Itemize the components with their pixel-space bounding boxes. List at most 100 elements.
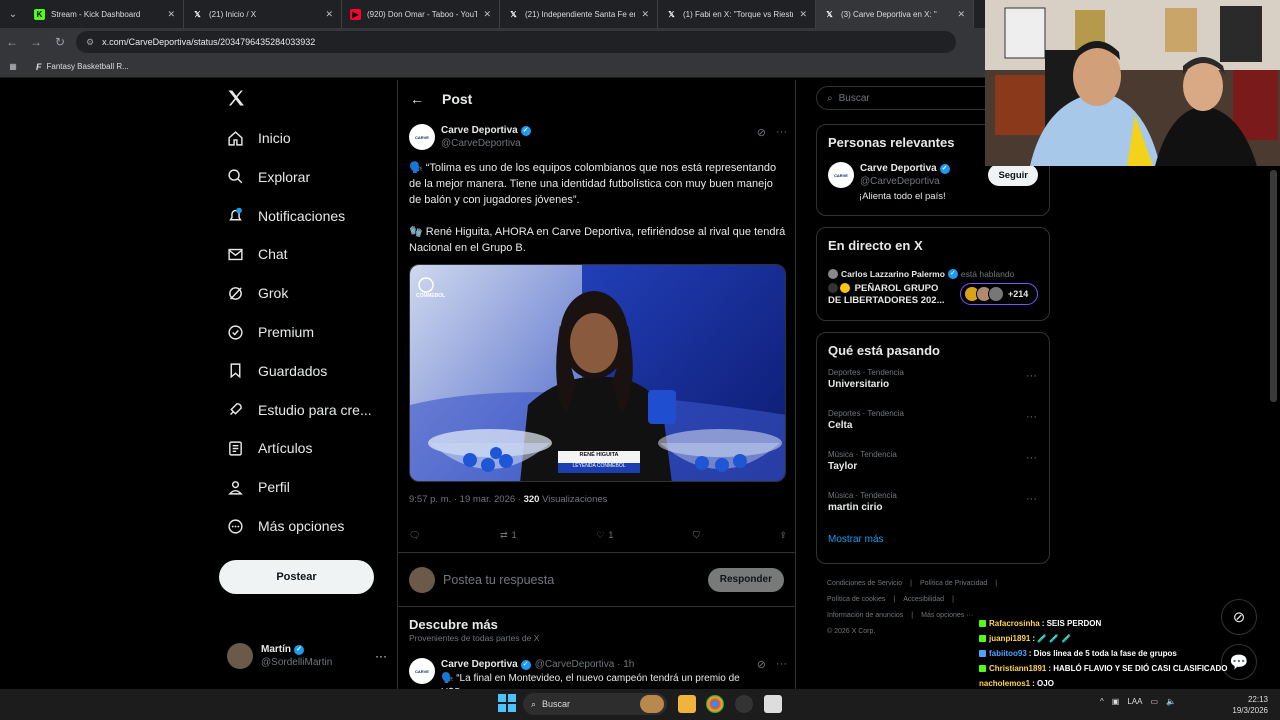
more-icon[interactable]: ··· — [1026, 452, 1037, 464]
more-icon[interactable]: ··· — [776, 126, 787, 150]
grok-icon[interactable]: ⊘ — [757, 126, 766, 150]
obs-icon[interactable] — [735, 695, 753, 713]
post-button[interactable]: Postear — [219, 560, 374, 594]
chat-text: : 🧪 🧪 🧪 — [1032, 634, 1072, 643]
account-switcher[interactable]: Martín ✓ @SordelliMartin ··· — [227, 643, 387, 669]
browser-tab[interactable]: ▶ (920) Don Omar - Taboo - YouTube ✕ — [342, 0, 500, 28]
live-host[interactable]: Carlos Lazzarino Palermo ✓ está hablando — [817, 253, 1049, 279]
share-button[interactable]: ⇪ — [779, 530, 787, 541]
footer-link[interactable]: Más opciones ··· — [921, 612, 973, 619]
nav-item-grok[interactable]: Grok — [226, 284, 288, 302]
back-arrow-icon[interactable]: ← — [410, 91, 424, 107]
close-icon[interactable]: ✕ — [167, 9, 175, 20]
footer-link[interactable]: Accesibilidad — [903, 596, 944, 603]
nav-item-articles[interactable]: Artículos — [226, 439, 312, 457]
nav-item-premium[interactable]: Premium — [226, 323, 314, 341]
yellow-circle-icon — [840, 283, 850, 294]
footer-link[interactable]: Política de cookies — [827, 596, 885, 603]
like-button[interactable]: ♡ 1 — [596, 530, 613, 541]
close-icon[interactable]: ✕ — [483, 9, 491, 20]
chrome-icon[interactable] — [706, 695, 724, 713]
chat-username[interactable]: Rafacrosinha — [989, 616, 1040, 631]
app-icon[interactable] — [764, 695, 782, 713]
trend-item[interactable]: Música · Tendencia martin cirio ··· — [817, 485, 1049, 526]
nav-item-home[interactable]: Inicio — [226, 129, 291, 147]
chat-username[interactable]: fabiitoo93 — [989, 646, 1027, 661]
follow-button[interactable]: Seguir — [988, 164, 1038, 186]
trend-item[interactable]: Música · Tendencia Taylor ··· — [817, 444, 1049, 485]
back-icon[interactable]: ← — [0, 35, 24, 49]
reply-input[interactable]: Postea tu respuesta — [443, 573, 554, 587]
nav-item-rocket[interactable]: Estudio para cre... — [226, 401, 372, 419]
author-avatar[interactable]: CARVE — [828, 162, 854, 188]
trend-name: Universitario — [828, 379, 890, 390]
browser-tab[interactable]: 𝕏 (3) Carve Deportiva en X: " ✕ — [816, 0, 974, 28]
more-icon[interactable]: ··· — [1026, 493, 1037, 505]
share-icon: ⇪ — [779, 529, 787, 540]
clock[interactable]: 22:13 19/3/2026 — [1222, 694, 1268, 716]
author-handle[interactable]: @CarveDeportiva · 1h — [535, 658, 635, 672]
reply-submit-button[interactable]: Responder — [707, 567, 784, 592]
close-icon[interactable]: ✕ — [641, 9, 649, 20]
show-more-link[interactable]: Mostrar más — [817, 526, 1049, 545]
reload-icon[interactable]: ↻ — [48, 35, 72, 49]
chat-username[interactable]: Christiann1891 — [989, 661, 1046, 676]
volume-icon[interactable]: 🔈 — [1166, 697, 1176, 706]
nav-item-profile[interactable]: Perfil — [226, 478, 290, 496]
author-avatar[interactable]: CARVE — [409, 658, 435, 684]
footer-link[interactable]: Política de Privacidad — [920, 580, 987, 587]
trend-item[interactable]: Deportes · Tendencia Celta ··· — [817, 403, 1049, 444]
nav-item-mail[interactable]: Chat — [226, 245, 288, 263]
caption-role: LEYENDA CONMEBOL — [572, 463, 626, 469]
browser-tab[interactable]: K Stream - Kick Dashboard ✕ — [26, 0, 184, 28]
more-icon[interactable]: ··· — [375, 649, 387, 663]
close-icon[interactable]: ✕ — [325, 9, 333, 20]
nav-item-bookmark[interactable]: Guardados — [226, 362, 327, 380]
author-avatar[interactable]: CARVE — [409, 124, 435, 150]
reply-button[interactable]: 🗨 — [409, 530, 420, 541]
apps-grid-icon[interactable]: ▦ — [0, 62, 26, 71]
network-icon[interactable]: ▭ — [1150, 697, 1158, 706]
tweet-image[interactable]: CONMEBOL RENÉ HIGUITA LEYENDA CONMEBOL — [409, 264, 786, 482]
close-icon[interactable]: ✕ — [799, 9, 807, 20]
windows-start-icon[interactable] — [498, 694, 516, 712]
footer-link[interactable]: Información de anuncios — [827, 612, 903, 619]
language-indicator[interactable]: LAA — [1127, 697, 1142, 706]
author-handle[interactable]: @CarveDeportiva — [441, 137, 531, 150]
footer-link[interactable]: © 2026 X Corp. — [827, 628, 875, 635]
live-space[interactable]: PEÑAROL GRUPO DE LIBERTADORES 202... +21… — [817, 279, 1049, 307]
more-icon[interactable]: ··· — [1026, 411, 1037, 423]
footer-link[interactable]: Condiciones de Servicio — [827, 580, 902, 587]
tab-search-icon[interactable]: ⌄ — [0, 0, 26, 28]
nav-item-bell[interactable]: Notificaciones — [226, 207, 345, 225]
views-label: Visualizaciones — [539, 494, 608, 505]
browser-tab[interactable]: 𝕏 (21) Independiente Santa Fe en X ✕ — [500, 0, 658, 28]
trend-item[interactable]: Deportes · Tendencia Universitario ··· — [817, 362, 1049, 403]
more-icon[interactable]: ··· — [1026, 370, 1037, 382]
close-icon[interactable]: ✕ — [957, 9, 965, 20]
widget-icon[interactable] — [640, 695, 664, 713]
bookmark-fantasy[interactable]: F Fantasy Basketball R... — [36, 62, 129, 72]
forward-icon[interactable]: → — [24, 35, 48, 49]
chat-username[interactable]: juanpi1891 — [989, 631, 1030, 646]
retweet-button[interactable]: ⇄ 1 — [500, 530, 517, 541]
browser-tab[interactable]: 𝕏 (1) Fabi en X: "Torque vs Riestra" ✕ — [658, 0, 816, 28]
chevron-up-icon[interactable]: ^ — [1100, 697, 1104, 706]
browser-tab[interactable]: 𝕏 (21) Inicio / X ✕ — [184, 0, 342, 28]
nav-item-more-circle[interactable]: Más opciones — [226, 517, 344, 535]
x-logo-icon[interactable] — [226, 88, 246, 114]
address-bar[interactable]: ⚙ x.com/CarveDeportiva/status/2034796435… — [76, 31, 956, 53]
author-name[interactable]: Carve Deportiva — [441, 124, 518, 137]
account-name[interactable]: Carve Deportiva — [860, 162, 937, 175]
bookmark-button[interactable]: ⛉ — [693, 530, 700, 541]
file-explorer-icon[interactable] — [678, 695, 696, 713]
author-name[interactable]: Carve Deportiva — [441, 658, 518, 672]
tray-app-icon[interactable]: ▣ — [1112, 697, 1120, 706]
page-scrollbar[interactable] — [1270, 170, 1277, 402]
url-text: x.com/CarveDeportiva/status/203479643528… — [102, 37, 316, 47]
nav-item-search[interactable]: Explorar — [226, 168, 310, 186]
footer-separator: | — [893, 596, 896, 603]
listeners-badge[interactable]: +214 — [960, 283, 1038, 305]
site-info-icon[interactable]: ⚙ — [86, 37, 94, 48]
tab-title: (3) Carve Deportiva en X: " — [841, 9, 937, 19]
